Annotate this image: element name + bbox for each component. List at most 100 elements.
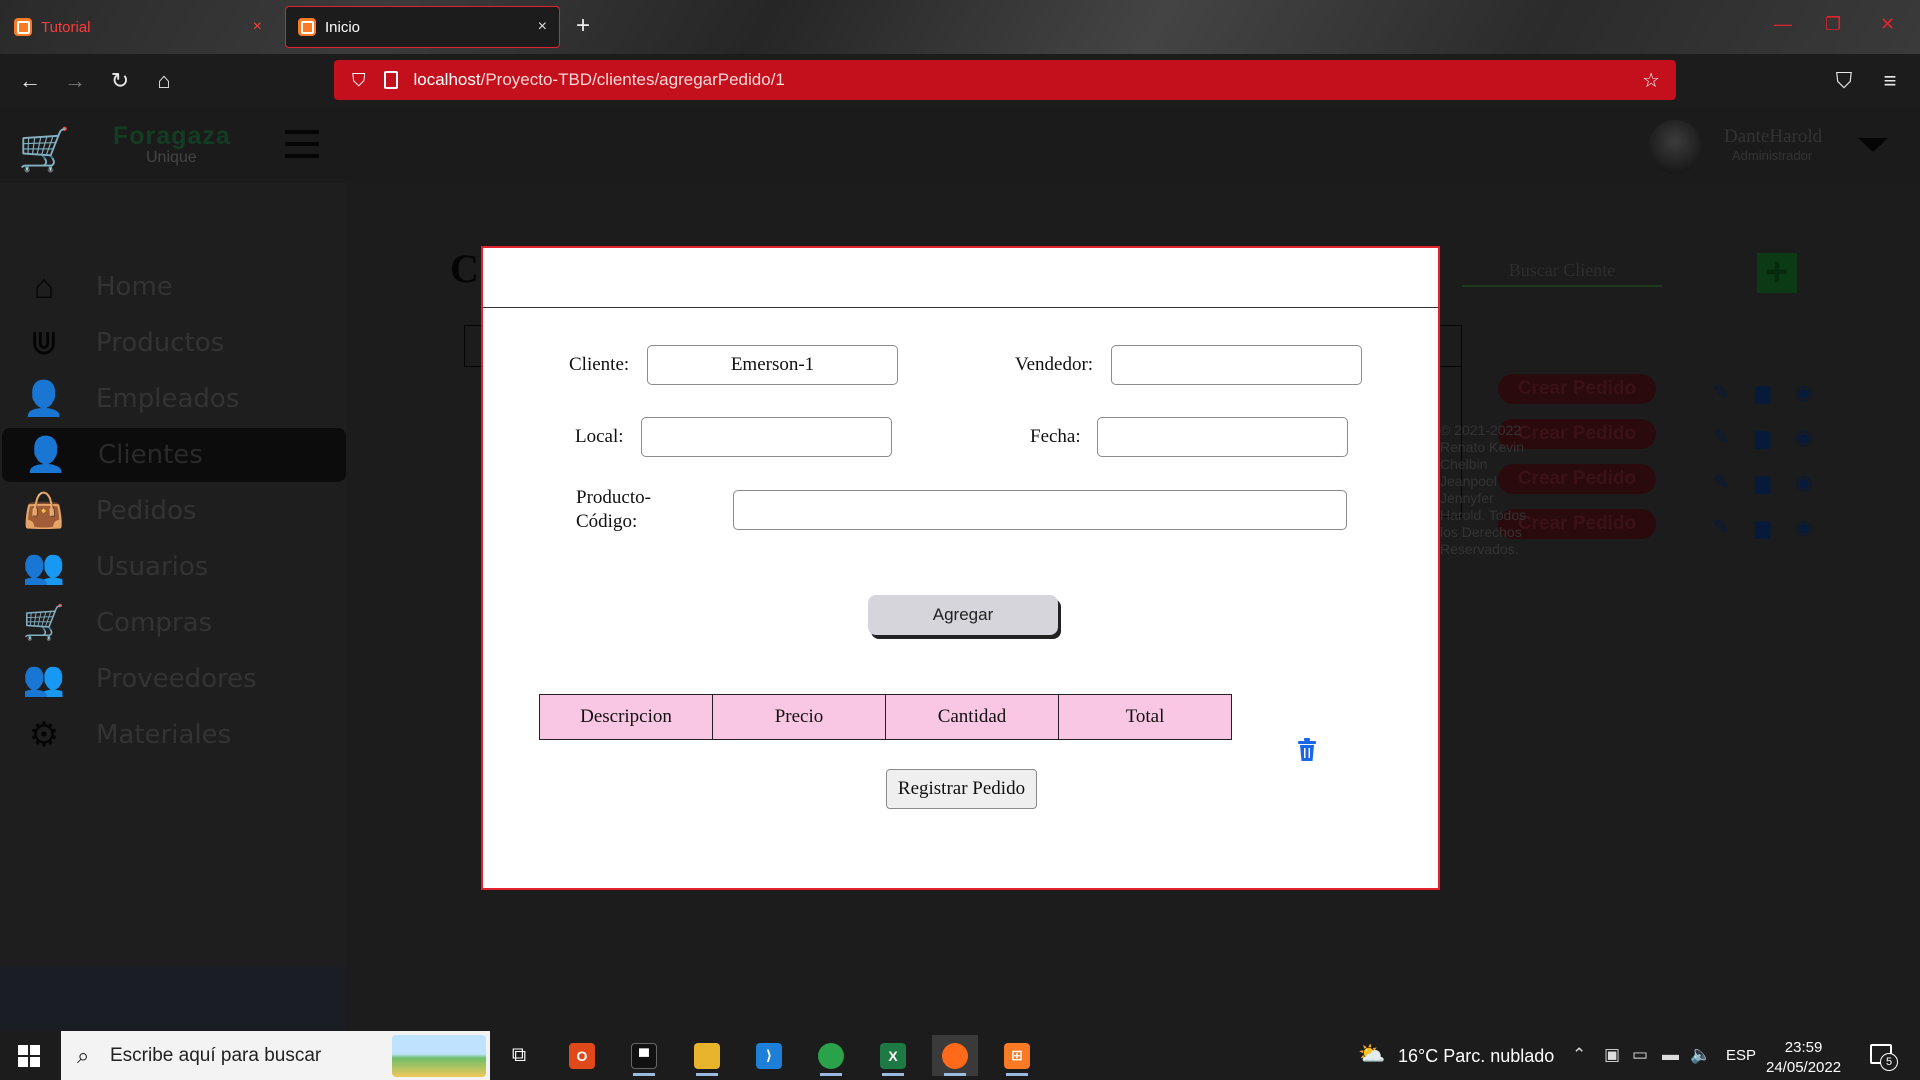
sidebar-item-empleados[interactable]: 👤 Empleados <box>0 372 346 426</box>
agregar-pedido-modal: Cliente: Vendedor: Local: Fecha: Product… <box>481 246 1440 890</box>
minimize-icon[interactable]: — <box>1774 14 1792 35</box>
battery-icon[interactable]: ▬ <box>1662 1045 1679 1065</box>
url-text[interactable]: localhost/Proyecto-TBD/clientes/agregarP… <box>414 70 785 90</box>
producto-label-line: Producto- <box>576 487 651 508</box>
new-tab-button[interactable]: + <box>576 14 590 38</box>
trash-icon[interactable]: ▆ <box>1755 425 1770 450</box>
sidebar-item-label: Pedidos <box>96 496 197 526</box>
sidebar-item-usuarios[interactable]: 👥 Usuarios <box>0 540 346 594</box>
items-table-header: Descripcion Precio Cantidad Total <box>539 694 1232 740</box>
registrar-pedido-button[interactable]: Registrar Pedido <box>886 769 1037 809</box>
close-tab-icon[interactable]: × <box>253 18 262 36</box>
bookmark-star-icon[interactable]: ☆ <box>1642 68 1660 93</box>
meet-icon[interactable]: ▣ <box>1604 1045 1620 1065</box>
crear-pedido-button[interactable]: Crear Pedido <box>1498 374 1656 404</box>
fecha-label: Fecha: <box>1030 426 1081 447</box>
forward-icon[interactable]: → <box>63 68 87 93</box>
producto-codigo-field[interactable] <box>733 490 1347 530</box>
sidebar-item-proveedores[interactable]: 👥 Proveedores <box>0 652 346 706</box>
excel-icon[interactable]: X <box>870 1035 916 1076</box>
user-role: Administrador <box>1732 148 1813 163</box>
system-clock[interactable]: 23:59 24/05/2022 <box>1766 1038 1841 1078</box>
trash-icon[interactable]: ▆ <box>1755 515 1770 540</box>
edit-icon[interactable]: ✎ <box>1713 425 1730 450</box>
column-header-precio: Precio <box>713 695 886 739</box>
back-icon[interactable]: ← <box>18 68 42 93</box>
taskbar-search-placeholder: Escribe aquí para buscar <box>110 1045 322 1066</box>
home-icon: ⌂ <box>33 267 55 306</box>
file-explorer-icon[interactable] <box>684 1035 730 1076</box>
page-icon <box>383 71 398 89</box>
home-icon[interactable]: ⌂ <box>152 68 176 93</box>
hamburger-menu-icon[interactable] <box>285 130 319 166</box>
browser-tab-bar: Tutorial × Inicio × + — ❐ ✕ <box>0 0 1920 54</box>
xampp-icon[interactable]: ⊞ <box>994 1035 1040 1076</box>
sidebar-item-compras[interactable]: 🛒 Compras <box>0 596 346 650</box>
edit-icon[interactable]: ✎ <box>1713 515 1730 540</box>
user-name: DanteHarold <box>1724 126 1823 147</box>
local-label: Local: <box>575 426 624 447</box>
eye-icon[interactable]: ◉ <box>1795 515 1812 540</box>
sidebar-item-pedidos[interactable]: 👜 Pedidos <box>0 484 346 538</box>
close-tab-icon[interactable]: × <box>538 18 547 36</box>
modal-header <box>483 248 1438 308</box>
agregar-button[interactable]: Agregar <box>868 595 1058 635</box>
eye-icon[interactable]: ◉ <box>1795 380 1812 405</box>
volume-icon[interactable]: 🔈 <box>1690 1045 1711 1065</box>
user-group-icon: 👥 <box>22 660 66 698</box>
eye-icon[interactable]: ◉ <box>1795 425 1812 450</box>
fecha-field[interactable] <box>1097 417 1348 457</box>
pocket-icon[interactable]: ⛉ <box>1832 68 1856 93</box>
menu-icon[interactable]: ≡ <box>1878 68 1902 93</box>
cliente-field[interactable] <box>647 345 898 385</box>
search-icon: ⌕ <box>77 1043 90 1068</box>
codigo-label-line: Código: <box>576 511 638 532</box>
local-field[interactable] <box>641 417 892 457</box>
shield-icon[interactable]: ⛉ <box>352 70 366 91</box>
sidebar-item-clientes[interactable]: 👤 Clientes <box>2 428 346 482</box>
reload-icon[interactable]: ↻ <box>108 68 132 93</box>
weather-text[interactable]: 16°C Parc. nublado <box>1398 1046 1554 1067</box>
sidebar-item-label: Productos <box>96 328 225 358</box>
terminal-icon[interactable]: ▀ <box>621 1035 667 1076</box>
firefox-icon[interactable] <box>932 1035 978 1076</box>
vendedor-field[interactable] <box>1111 345 1362 385</box>
cart-logo-icon: 🛒 <box>18 126 71 173</box>
sidebar-item-home[interactable]: ⌂ Home <box>0 260 346 314</box>
trash-icon[interactable]: ▆ <box>1755 470 1770 495</box>
edit-icon[interactable]: ✎ <box>1713 380 1730 405</box>
tab-tutorial[interactable]: Tutorial × <box>2 6 274 48</box>
sidebar-item-materiales[interactable]: ⚙ Materiales <box>0 708 346 762</box>
trash-icon[interactable] <box>1297 738 1317 762</box>
office-icon[interactable]: O <box>559 1035 605 1076</box>
trash-icon[interactable]: ▆ <box>1755 380 1770 405</box>
windows-start-icon[interactable] <box>18 1045 40 1067</box>
eye-icon[interactable]: ◉ <box>1795 470 1812 495</box>
url-bar[interactable]: ⛉ localhost/Proyecto-TBD/clientes/agrega… <box>334 60 1676 100</box>
search-cliente-input[interactable]: Buscar Cliente <box>1462 260 1662 287</box>
weather-cloud-icon[interactable]: ⛅ <box>1358 1041 1385 1067</box>
task-view-icon[interactable]: ⧉ <box>496 1035 542 1076</box>
chevron-down-icon[interactable] <box>1858 138 1888 152</box>
network-icon[interactable]: ▭ <box>1632 1045 1648 1065</box>
xampp-favicon-icon <box>298 18 316 36</box>
vscode-icon[interactable]: ⟩ <box>746 1035 792 1076</box>
notification-count-badge: 5 <box>1880 1053 1898 1071</box>
close-window-icon[interactable]: ✕ <box>1880 14 1895 35</box>
brand-subtitle: Unique <box>146 149 197 166</box>
sidebar-item-productos[interactable]: ⋓ Productos <box>0 316 346 370</box>
add-cliente-button[interactable]: + <box>1757 252 1797 293</box>
column-header-descripcion: Descripcion <box>540 695 713 739</box>
edit-icon[interactable]: ✎ <box>1713 470 1730 495</box>
users-icon: 👥 <box>22 548 66 586</box>
taskbar-search-box[interactable]: ⌕ Escribe aquí para buscar <box>61 1031 490 1080</box>
language-indicator[interactable]: ESP <box>1726 1047 1756 1064</box>
clock-time: 23:59 <box>1784 1039 1823 1056</box>
tab-inicio[interactable]: Inicio × <box>285 6 560 48</box>
restore-icon[interactable]: ❐ <box>1825 14 1841 35</box>
avatar[interactable] <box>1648 120 1702 174</box>
chevron-up-icon[interactable]: ⌃ <box>1572 1045 1586 1065</box>
chrome-icon[interactable] <box>808 1035 854 1076</box>
cogs-icon: ⚙ <box>28 716 60 754</box>
cart-icon: 🛒 <box>22 604 66 642</box>
